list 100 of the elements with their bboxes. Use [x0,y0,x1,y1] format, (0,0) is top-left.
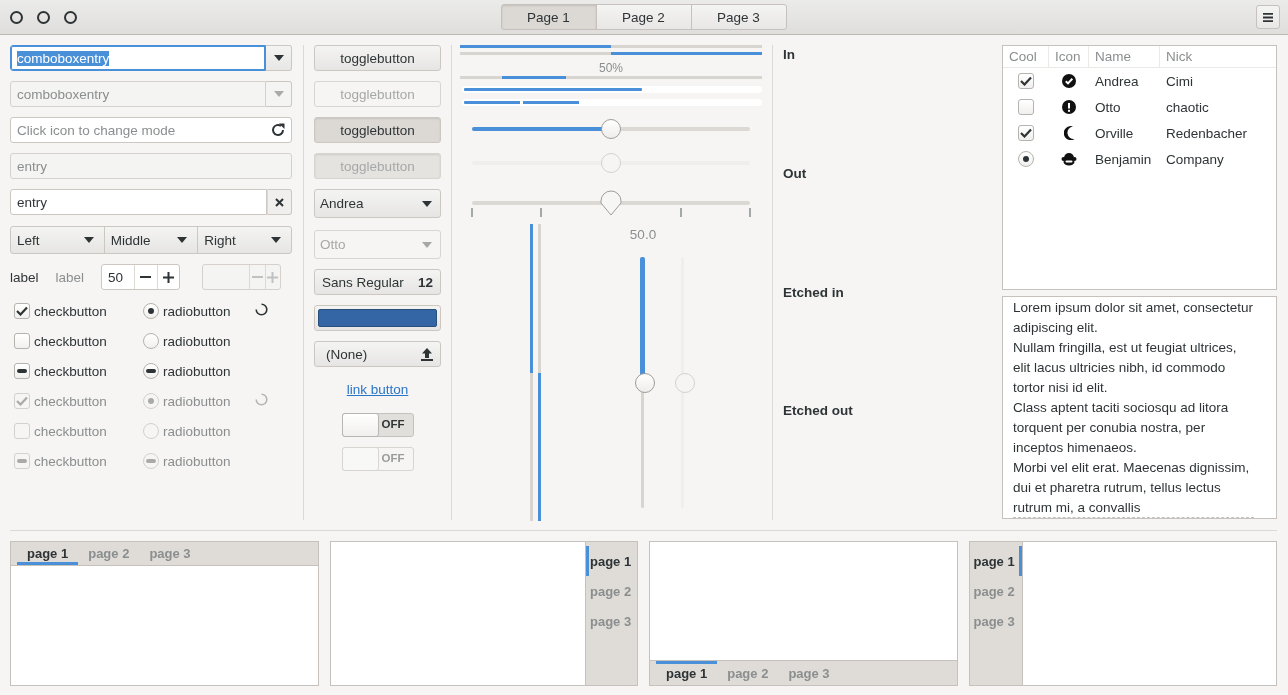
caret-icon [273,91,284,97]
label-text: label [10,269,39,285]
creature-icon [1061,152,1077,166]
radio-label[interactable]: radiobutton [163,303,231,319]
table-cell-text: Company [1165,151,1225,167]
mode-entry[interactable]: Click icon to change mode [10,117,292,143]
window-button[interactable] [10,10,23,24]
frame-label: Etched out [783,403,853,419]
notebook-tab[interactable]: page 1 [586,546,637,576]
notebook-tab[interactable]: page 3 [969,606,1022,636]
checkbox[interactable] [14,303,30,319]
checkbox[interactable] [1018,125,1034,141]
table-cell-text: Otto [1094,99,1122,115]
radio-button[interactable] [143,363,159,379]
radio-button[interactable] [1018,151,1034,167]
page-tab[interactable]: Page 1 [500,4,597,30]
slider[interactable] [472,190,750,218]
progress-text: 50% [598,61,624,75]
column-header[interactable]: Cool [1003,46,1049,67]
radio-label[interactable]: radiobutton [163,333,231,349]
caret-icon [177,237,188,243]
color-button[interactable] [314,305,441,331]
radio-button[interactable] [143,303,159,319]
window-button[interactable] [64,10,77,24]
combo-box[interactable]: Right [197,226,292,254]
combo-box[interactable]: Middle [103,226,199,254]
toggle-button[interactable]: togglebutton [314,45,441,71]
column-header[interactable]: Name [1089,46,1160,67]
combo-box[interactable]: Andrea [314,189,441,218]
slider-thumb[interactable] [601,119,621,139]
text-entry[interactable]: entry [10,189,267,215]
frame-label: Etched in [783,284,844,300]
refresh-icon[interactable] [271,123,285,137]
notebook-tab[interactable]: page 2 [586,576,637,606]
paragraph: Lorem ipsum dolor sit amet, consectetur adipiscing elit. [1013,299,1254,337]
caret-icon [271,237,281,243]
moon-icon [1063,126,1075,140]
checkbox-label[interactable]: checkbutton [34,303,107,319]
notebook-tab[interactable]: page 2 [717,661,779,685]
radio-button[interactable] [143,333,159,349]
menu-icon [1263,12,1273,22]
check-circle-icon [1062,74,1076,88]
combo-entry[interactable]: comboboxentry [10,45,266,71]
notebook-tab[interactable]: page 1 [656,661,718,685]
exclamation-circle-icon [1062,100,1076,114]
slider-thumb[interactable] [600,190,622,216]
checkbox[interactable] [14,363,30,379]
checkbox[interactable] [14,333,30,349]
slider[interactable] [472,119,750,139]
spin-button[interactable]: 50 [101,264,181,290]
paragraph: Morbi vel elit erat. Maecenas dignissim, dui et pharetra rutrum, tellus lectus rutrum mi, a convallis [1013,459,1251,517]
column-header[interactable]: Icon [1049,46,1089,67]
notebook-tab[interactable]: page 1 [969,546,1022,576]
frame-label: In [783,47,795,62]
notebook-tab[interactable]: page 3 [139,542,201,565]
window-button[interactable] [37,10,50,24]
upload-icon [421,347,433,361]
plus-icon [267,271,279,283]
file-button[interactable]: (None) [314,341,441,367]
paragraph: Nullam fringilla, est ut feugiat ultrices, elit lacus ultricies nibh, id commodo tortor nisi id elit. [1013,339,1238,397]
clear-button[interactable] [267,189,292,215]
table-cell-text: Benjamin [1094,151,1153,167]
column-header[interactable]: Nick [1160,46,1276,67]
font-button[interactable]: Sans Regular 12 [314,269,441,295]
toggle-button[interactable]: togglebutton [314,117,441,143]
caret-icon [422,200,432,207]
notebook-tab[interactable]: page 1 [17,542,79,565]
page-tab[interactable]: Page 3 [690,4,787,30]
slider[interactable] [472,153,750,173]
table-cell-text: Cimi [1165,73,1194,89]
checkbox[interactable] [1018,73,1034,89]
scale-value: 50.0 [629,226,657,244]
notebook-tab[interactable]: page 3 [778,661,840,685]
plus-icon [162,271,174,283]
dropdown-button[interactable] [266,45,292,71]
caret-icon [83,237,94,243]
notebook-tab[interactable]: page 2 [78,542,140,565]
frame-label: Out [783,165,807,181]
caret-icon [273,55,284,61]
slider-thumb[interactable] [634,372,655,393]
table-cell-text: Orville [1094,125,1135,141]
table-cell-text: Andrea [1094,73,1140,89]
checkbox-label[interactable]: checkbutton [34,333,107,349]
notebook-tab[interactable]: page 2 [969,576,1022,606]
caret-icon [422,241,432,248]
vertical-slider[interactable] [673,257,693,508]
checkbox-label[interactable]: checkbutton [34,363,107,379]
table-cell-text: Redenbacher [1165,125,1249,141]
combo-box[interactable]: Left [10,226,105,254]
page-tab[interactable]: Page 2 [595,4,692,30]
radio-label[interactable]: radiobutton [163,363,231,379]
notebook-tab[interactable]: page 3 [586,606,637,636]
paragraph: Class aptent taciti sociosqu ad litora torquent per conubia nostra, per inceptos himenaeos. [1013,399,1230,457]
checkbox[interactable] [1018,99,1034,115]
table-cell-text: chaotic [1165,99,1210,115]
switch[interactable]: OFF [341,413,414,437]
vertical-slider[interactable] [633,257,653,508]
menu-button[interactable] [1256,5,1280,29]
text-view[interactable] [1002,296,1277,519]
link-button[interactable]: link button [346,381,409,399]
